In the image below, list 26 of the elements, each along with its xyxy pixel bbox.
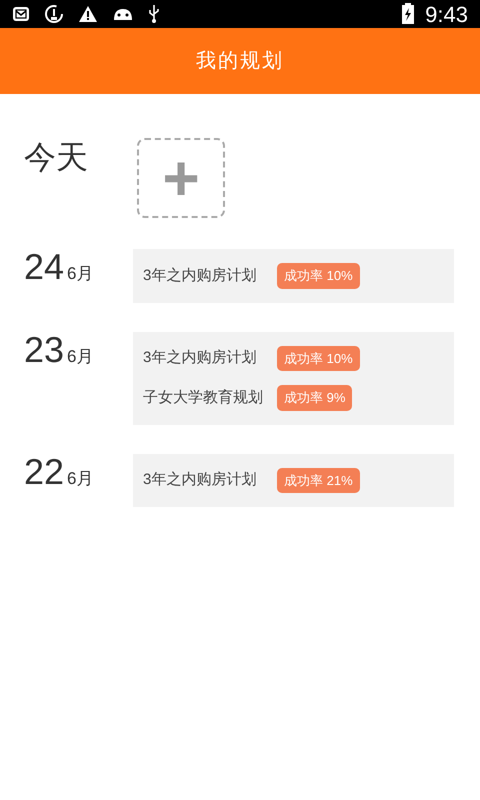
page-title: 我的规划 [196, 49, 284, 74]
mail-icon [12, 6, 30, 22]
day-number: 22 [24, 454, 64, 490]
sync-icon [44, 4, 64, 24]
success-rate-badge: 成功率 10% [277, 346, 360, 371]
success-rate-badge: 成功率 10% [277, 263, 360, 288]
today-label: 今天 [24, 138, 89, 177]
status-time: 9:43 [425, 0, 468, 28]
success-rate-badge: 成功率 9% [277, 385, 352, 410]
plan-name: 3年之内购房计划 [143, 348, 258, 368]
month-label: 6月 [67, 346, 94, 368]
day-number: 24 [24, 249, 64, 285]
day-number: 23 [24, 332, 64, 368]
plan-card[interactable]: 3年之内购房计划 成功率 10% [133, 249, 454, 302]
plan-card[interactable]: 3年之内购房计划 成功率 10% 子女大学教育规划 成功率 9% [133, 332, 454, 424]
plan-card[interactable]: 3年之内购房计划 成功率 21% [133, 454, 454, 507]
month-label: 6月 [67, 468, 94, 490]
android-icon [112, 6, 134, 22]
plan-name: 3年之内购房计划 [143, 266, 258, 286]
warning-icon [78, 5, 98, 23]
month-label: 6月 [67, 263, 94, 285]
plan-name: 3年之内购房计划 [143, 470, 258, 490]
success-rate-badge: 成功率 21% [277, 468, 360, 493]
battery-icon [401, 3, 416, 25]
usb-icon [148, 4, 160, 24]
plan-name: 子女大学教育规划 [143, 388, 264, 408]
